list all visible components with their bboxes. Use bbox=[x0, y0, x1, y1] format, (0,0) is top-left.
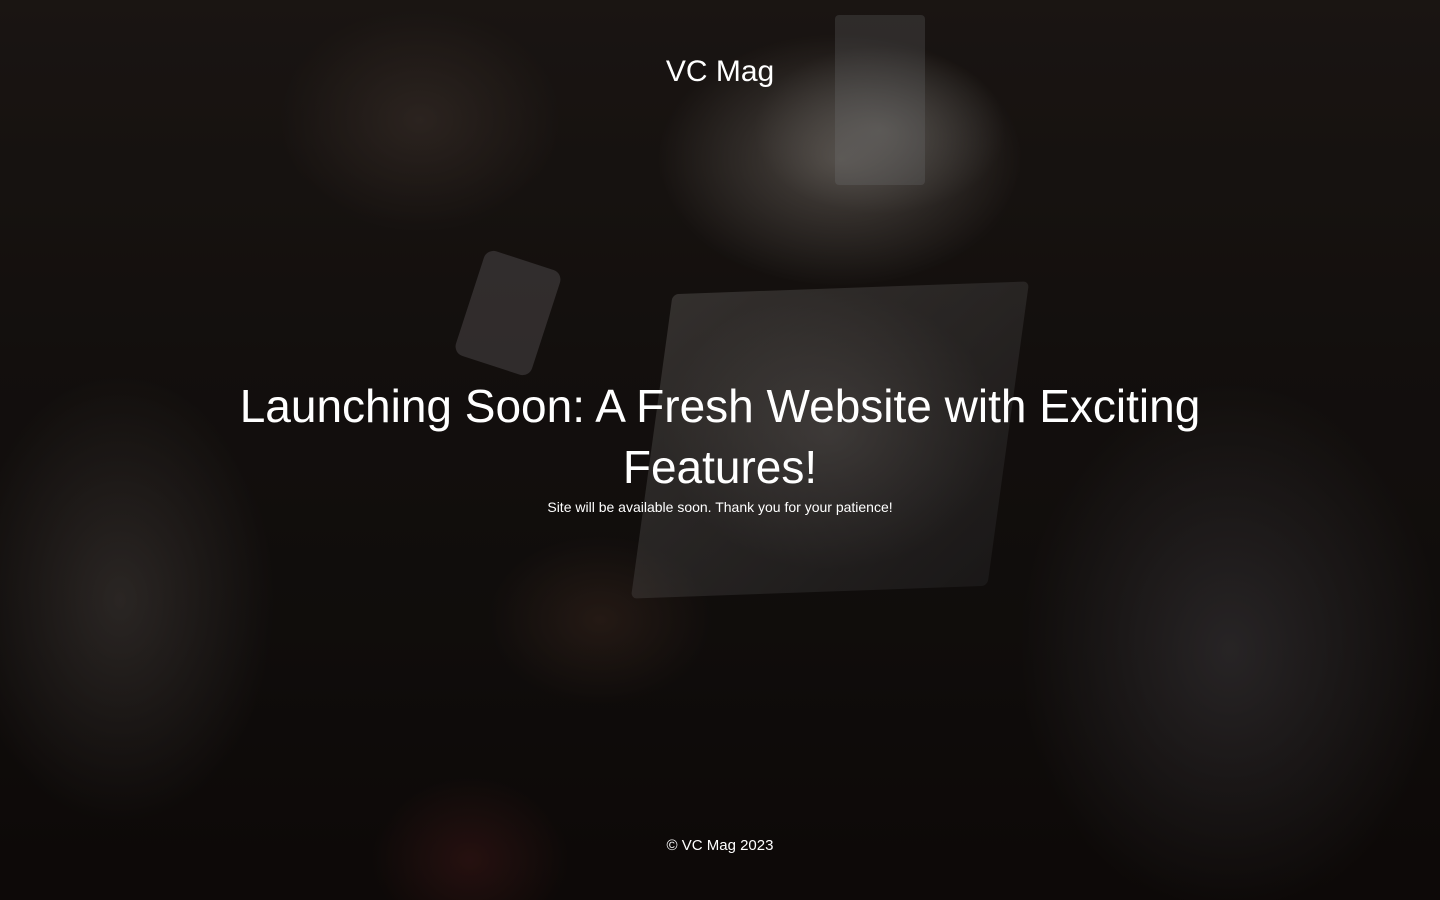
coming-soon-content: VC Mag Launching Soon: A Fresh Website w… bbox=[0, 0, 1440, 900]
launch-headline: Launching Soon: A Fresh Website with Exc… bbox=[239, 380, 1201, 493]
launch-subtext: Site will be available soon. Thank you f… bbox=[547, 499, 893, 515]
site-title: VC Mag bbox=[665, 55, 775, 88]
footer-copyright: © VC Mag 2023 bbox=[666, 837, 774, 854]
